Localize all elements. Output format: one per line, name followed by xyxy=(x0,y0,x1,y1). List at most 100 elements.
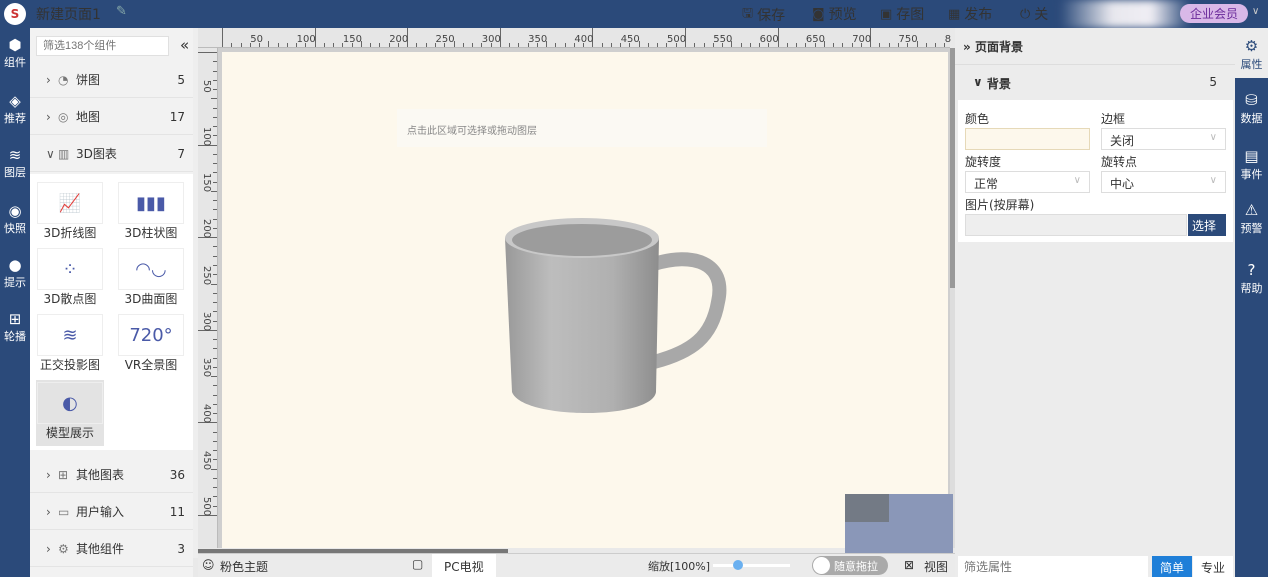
minimap-viewport[interactable] xyxy=(845,494,889,522)
nav-label: 组件 xyxy=(4,56,26,69)
component-filter-input[interactable] xyxy=(36,36,169,56)
rnav-help[interactable]: ? 帮助 xyxy=(1235,260,1268,296)
choose-image-button[interactable]: 选择 xyxy=(1188,214,1226,236)
ruler-label: 350 xyxy=(528,34,548,45)
action-label: 关 xyxy=(1034,7,1049,23)
rnav-data[interactable]: ⛁ 数据 xyxy=(1235,90,1268,126)
member-badge[interactable]: 企业会员 xyxy=(1180,4,1249,23)
category-label: 其他图表 xyxy=(76,468,125,482)
ruler-tick xyxy=(213,450,217,452)
action-preview-button[interactable]: ◙ 预览 xyxy=(812,4,857,24)
ruler-label: 400 xyxy=(201,404,212,424)
image-input[interactable] xyxy=(965,214,1187,236)
action-label: 发布 xyxy=(964,7,993,23)
edit-title-icon[interactable]: ✎ xyxy=(116,4,127,19)
ruler-label: 150 xyxy=(201,172,212,192)
chart-tile[interactable]: 📈 3D折线图 xyxy=(36,182,104,241)
chart-tile[interactable]: ⁘ 3D散点图 xyxy=(36,248,104,307)
ruler-tick xyxy=(277,43,279,47)
zoom-slider[interactable] xyxy=(713,560,790,570)
ruler-tick xyxy=(323,43,325,47)
drag-toggle[interactable]: 随意拖拉 xyxy=(812,556,888,575)
rnav-properties[interactable]: ⚙ 属性 xyxy=(1235,36,1268,72)
simple-mode-tab[interactable]: 简单 xyxy=(1152,556,1192,577)
category-chart[interactable]: › ⊞ 其他图表 36 xyxy=(30,457,193,493)
device-select[interactable]: PC电视 xyxy=(432,554,496,577)
category-cube[interactable]: ∨ ▥ 3D图表 7 xyxy=(30,136,193,172)
category-label: 饼图 xyxy=(76,73,101,87)
ruler-label: 8 xyxy=(944,34,952,45)
chart-tile[interactable]: ≋ 正交投影图 xyxy=(36,314,104,373)
tile-label: 正交投影图 xyxy=(39,358,100,372)
ruler-tick xyxy=(240,43,242,47)
ruler-tick xyxy=(213,163,217,165)
pivot-select[interactable]: 中心 ∨ xyxy=(1101,171,1226,193)
chevron-down-icon: ∨ xyxy=(1073,175,1081,186)
action-power-button[interactable]: ⏻ 关 xyxy=(1020,4,1048,24)
category-widget[interactable]: › ⚙ 其他组件 3 xyxy=(30,531,193,567)
property-filter-input[interactable] xyxy=(958,556,1148,577)
pivot-value: 中心 xyxy=(1110,177,1135,191)
zoom-label: 缩放[100%] xyxy=(648,560,711,573)
rnav-event[interactable]: ▤ 事件 xyxy=(1235,146,1268,182)
chart-tile[interactable]: ◐ 模型展示 xyxy=(36,380,104,446)
chart-tile[interactable]: ◠◡ 3D曲面图 xyxy=(117,248,185,307)
ruler-label: 700 xyxy=(852,34,872,45)
ruler-tick xyxy=(213,348,217,350)
ruler-tick xyxy=(888,43,890,47)
border-select[interactable]: 关闭 ∨ xyxy=(1101,128,1226,150)
ruler-tick xyxy=(610,43,612,47)
action-save-button[interactable]: 🖫 保存 xyxy=(742,4,785,26)
nav-component[interactable]: ⬢ 组件 xyxy=(0,36,30,70)
chart-thumbnail-icon: ◠◡ xyxy=(118,248,184,290)
save-icon: 🖫 xyxy=(742,6,754,21)
nav-carousel[interactable]: ⊞ 轮播 xyxy=(0,310,30,344)
nav-camera[interactable]: ◉ 快照 xyxy=(0,202,30,236)
ruler-tick xyxy=(213,477,217,479)
nav-tip[interactable]: ● 提示 xyxy=(0,256,30,290)
pro-mode-tab[interactable]: 专业 xyxy=(1193,556,1233,577)
rnav-label: 帮助 xyxy=(1240,282,1263,295)
page-title[interactable]: 新建页面1 xyxy=(36,4,101,24)
action-label: 预览 xyxy=(828,7,857,23)
expand-icon[interactable]: » xyxy=(963,40,975,54)
collapse-sidebar-icon[interactable]: « xyxy=(180,36,189,54)
category-count: 3 xyxy=(177,541,185,556)
border-label: 边框 xyxy=(1101,112,1126,126)
category-input[interactable]: › ▭ 用户输入 11 xyxy=(30,494,193,530)
rotate-select[interactable]: 正常 ∨ xyxy=(965,171,1090,193)
theme-button[interactable]: 粉色主题 xyxy=(220,558,268,575)
ruler-label: 500 xyxy=(667,34,687,45)
ruler-label: 250 xyxy=(435,34,455,45)
category-pie[interactable]: › ◔ 饼图 5 xyxy=(30,62,193,98)
minimap[interactable] xyxy=(845,494,953,553)
view-button[interactable]: 视图 xyxy=(924,558,948,575)
chart-tile[interactable]: 720° VR全景图 xyxy=(117,314,185,373)
border-value: 关闭 xyxy=(1110,134,1135,148)
chevron-down-icon[interactable]: ∨ xyxy=(1252,6,1259,17)
theme-icon[interactable]: ☺ xyxy=(202,558,215,572)
drag-toggle-label: 随意拖拉 xyxy=(834,560,878,573)
color-label: 颜色 xyxy=(965,112,990,126)
zoom-slider-handle[interactable] xyxy=(733,560,743,570)
color-picker[interactable] xyxy=(965,128,1090,150)
action-publish-button[interactable]: ▦ 发布 xyxy=(948,4,992,24)
canvas-hint[interactable]: 点击此区域可选择或拖动图层 xyxy=(397,109,767,147)
rnav-alarm[interactable]: ⚠ 预警 xyxy=(1235,200,1268,236)
ruler-tick xyxy=(416,43,418,47)
ruler-label: 400 xyxy=(574,34,594,45)
view-icon[interactable]: ⊠ xyxy=(904,558,914,572)
ruler-tick xyxy=(213,496,217,498)
section-background[interactable]: ∨ 背景 5 xyxy=(955,64,1235,100)
nav-layers[interactable]: ≋ 图层 xyxy=(0,146,30,180)
nav-recommend[interactable]: ◈ 推荐 xyxy=(0,92,30,126)
ruler-label: 100 xyxy=(201,126,212,146)
device-icon[interactable]: ▢ xyxy=(412,557,423,571)
chart-tile[interactable]: ▮▮▮ 3D柱状图 xyxy=(117,182,185,241)
ruler-tick xyxy=(647,43,649,47)
help-icon: ? xyxy=(1247,261,1256,279)
category-map[interactable]: › ◎ 地图 17 xyxy=(30,99,193,135)
ruler-label: 50 xyxy=(201,80,212,94)
action-image-button[interactable]: ▣ 存图 xyxy=(880,4,924,24)
ruler-tick xyxy=(211,98,217,100)
